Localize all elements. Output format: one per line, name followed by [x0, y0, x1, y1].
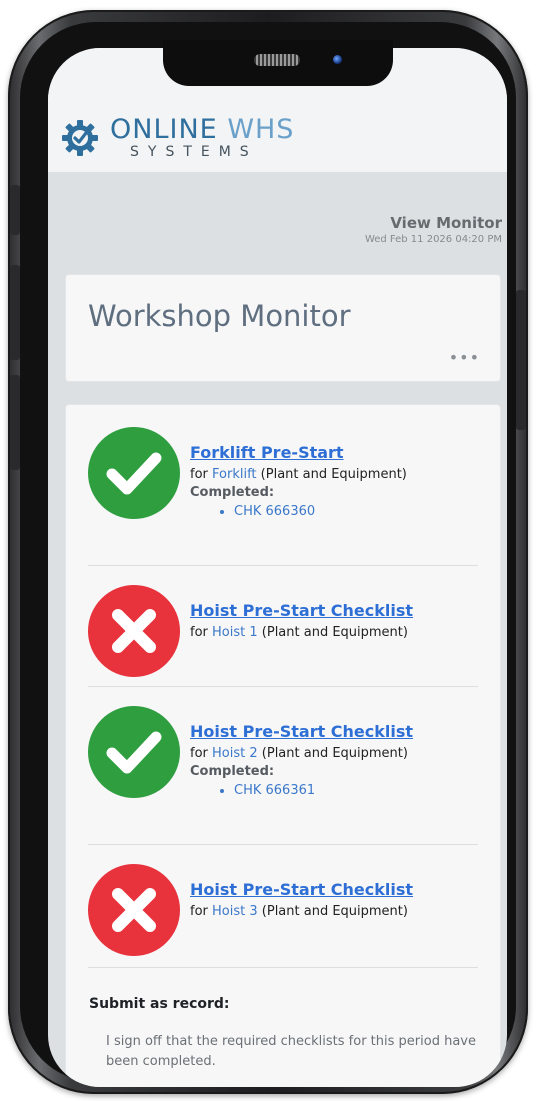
for-prefix: for: [190, 904, 208, 919]
view-monitor-header: View Monitor Wed Feb 11 2026 04:20 PM: [365, 214, 502, 245]
list-item-body: Hoist Pre-Start Checklist for Hoist 2 (P…: [190, 706, 413, 798]
speaker-grille: [254, 54, 300, 66]
asset-link[interactable]: Forklift: [212, 467, 257, 482]
for-prefix: for: [190, 746, 208, 761]
item-for-line: for Hoist 3 (Plant and Equipment): [190, 904, 413, 919]
divider: [88, 844, 478, 845]
phone-screen: ONLINE WHS SYSTEMS View Monitor Wed Feb …: [48, 48, 507, 1087]
list-item-body: Forklift Pre-Start for Forklift (Plant a…: [190, 427, 407, 519]
checklist-link[interactable]: Hoist Pre-Start Checklist: [190, 601, 413, 620]
x-circle-icon: [88, 864, 180, 956]
x-circle-icon: [88, 585, 180, 677]
list-item: Hoist Pre-Start Checklist for Hoist 1 (P…: [88, 585, 478, 677]
monitor-title-card: Workshop Monitor •••: [65, 274, 501, 382]
divider: [88, 967, 478, 968]
checklist-link[interactable]: Forklift Pre-Start: [190, 443, 344, 462]
volume-up-button: [10, 265, 20, 360]
for-prefix: for: [190, 467, 208, 482]
view-datetime: Wed Feb 11 2026 04:20 PM: [364, 234, 502, 245]
signoff-statement[interactable]: I sign off that the required checklists …: [106, 1032, 476, 1072]
list-item-body: Hoist Pre-Start Checklist for Hoist 3 (P…: [190, 864, 413, 956]
check-circle-icon: [88, 706, 180, 798]
view-title: View Monitor: [390, 214, 502, 232]
list-item: Hoist Pre-Start Checklist for Hoist 3 (P…: [88, 864, 478, 956]
asset-category: (Plant and Equipment): [261, 625, 408, 640]
brand-subtitle: SYSTEMS: [130, 144, 258, 160]
asset-link[interactable]: Hoist 3: [212, 904, 258, 919]
asset-link[interactable]: Hoist 1: [212, 625, 258, 640]
brand-wordmark: ONLINE WHS SYSTEMS: [110, 116, 294, 159]
asset-category: (Plant and Equipment): [260, 467, 407, 482]
item-for-line: for Forklift (Plant and Equipment): [190, 467, 407, 482]
mute-switch: [10, 185, 20, 235]
power-button: [516, 290, 526, 430]
gear-check-icon: [62, 119, 98, 156]
brand-name-primary: ONLINE: [110, 114, 218, 145]
volume-down-button: [10, 375, 20, 470]
completed-label: Completed:: [190, 485, 275, 500]
brand-logo[interactable]: ONLINE WHS SYSTEMS: [60, 116, 294, 159]
check-circle-icon: [88, 427, 180, 519]
asset-category: (Plant and Equipment): [261, 904, 408, 919]
checklist-link[interactable]: Hoist Pre-Start Checklist: [190, 880, 413, 899]
brand-name: ONLINE WHS: [110, 116, 294, 143]
divider: [88, 565, 478, 566]
completed-records: CHK 666360: [190, 504, 407, 519]
divider: [88, 686, 478, 687]
record-link[interactable]: CHK 666360: [234, 504, 407, 519]
phone-frame: ONLINE WHS SYSTEMS View Monitor Wed Feb …: [8, 10, 528, 1094]
record-link[interactable]: CHK 666361: [234, 783, 413, 798]
list-item: Forklift Pre-Start for Forklift (Plant a…: [88, 427, 478, 519]
phone-notch: [163, 40, 393, 86]
page-title: Workshop Monitor: [88, 299, 351, 333]
list-item: Hoist Pre-Start Checklist for Hoist 2 (P…: [88, 706, 478, 798]
completed-records: CHK 666361: [190, 783, 413, 798]
front-camera: [333, 55, 342, 64]
brand-name-secondary: WHS: [227, 114, 295, 145]
list-item-body: Hoist Pre-Start Checklist for Hoist 1 (P…: [190, 585, 413, 677]
item-for-line: for Hoist 2 (Plant and Equipment): [190, 746, 413, 761]
for-prefix: for: [190, 625, 208, 640]
asset-link[interactable]: Hoist 2: [212, 746, 258, 761]
more-options-icon[interactable]: •••: [449, 348, 480, 367]
item-for-line: for Hoist 1 (Plant and Equipment): [190, 625, 413, 640]
asset-category: (Plant and Equipment): [261, 746, 408, 761]
checklist-link[interactable]: Hoist Pre-Start Checklist: [190, 722, 413, 741]
checklist-list-card: Forklift Pre-Start for Forklift (Plant a…: [65, 404, 501, 1087]
completed-label: Completed:: [190, 764, 275, 779]
submit-record-label: Submit as record:: [89, 996, 230, 1012]
